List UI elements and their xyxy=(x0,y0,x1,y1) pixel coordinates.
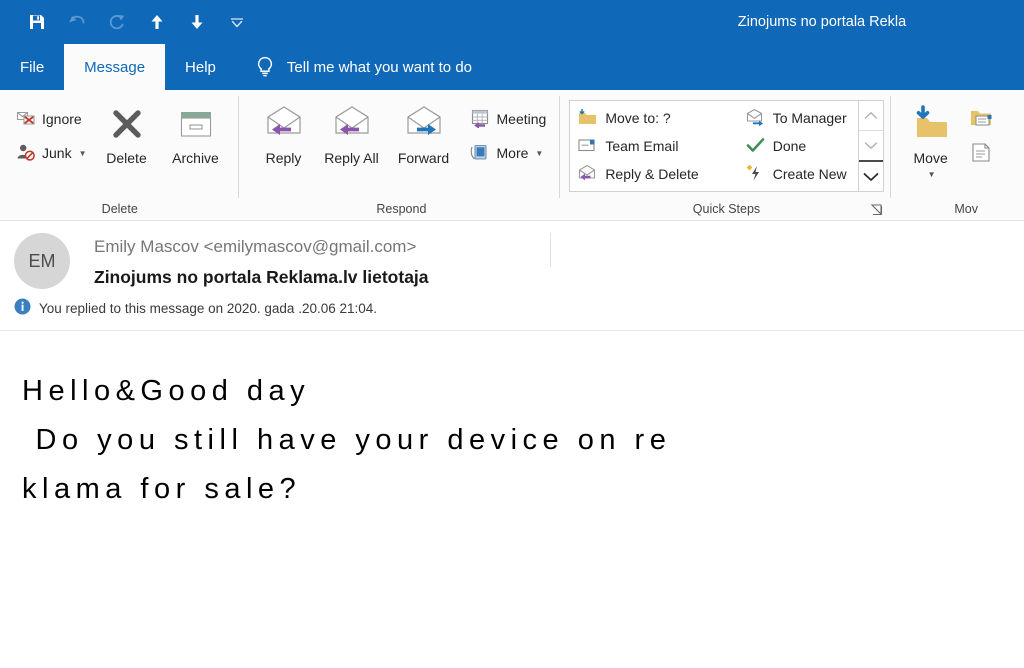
ignore-icon xyxy=(15,108,37,131)
move-folder-icon xyxy=(909,100,953,150)
quick-access-toolbar xyxy=(0,7,252,37)
delete-button[interactable]: Delete xyxy=(94,96,160,166)
quick-step-label: Create New xyxy=(772,166,847,182)
move-label: Move xyxy=(913,150,948,166)
customize-quick-access-toolbar-icon[interactable] xyxy=(222,7,252,37)
next-item-icon[interactable] xyxy=(182,7,212,37)
rules-icon xyxy=(969,107,995,132)
message-header: EM Emily Mascov <emilymascov@gmail.com> … xyxy=(0,221,1024,331)
quick-step-done[interactable]: Done xyxy=(740,132,856,160)
more-device-icon xyxy=(469,142,492,165)
avatar: EM xyxy=(14,233,70,289)
quick-step-create-new[interactable]: Create New xyxy=(740,160,856,188)
header-body-divider xyxy=(0,330,1024,331)
quick-step-reply-and-delete[interactable]: Reply & Delete xyxy=(572,160,707,188)
quick-step-team-email[interactable]: Team Email xyxy=(572,132,707,160)
body-line: Do you still have your device on re xyxy=(22,424,672,456)
junk-label: Junk xyxy=(42,145,72,161)
quick-steps-gallery: Move to: ? Team Email Reply & Delete To … xyxy=(569,100,884,192)
quick-steps-scrollbar[interactable] xyxy=(857,101,883,191)
tab-help[interactable]: Help xyxy=(165,44,236,90)
undo-icon[interactable] xyxy=(62,7,92,37)
tab-file[interactable]: File xyxy=(0,44,64,90)
delete-label: Delete xyxy=(106,150,147,166)
reply-all-button[interactable]: Reply All xyxy=(318,96,386,166)
tab-message[interactable]: Message xyxy=(64,44,166,90)
title-bar: Zinojums no portala Rekla xyxy=(0,0,1024,44)
ignore-button[interactable]: Ignore xyxy=(8,102,94,136)
junk-icon xyxy=(15,142,37,165)
body-line: Hello&Good day xyxy=(22,375,311,407)
ribbon-group-quick-steps: Move to: ? Team Email Reply & Delete To … xyxy=(559,90,889,220)
quick-step-label: Team Email xyxy=(605,138,679,154)
save-icon[interactable] xyxy=(22,7,52,37)
quick-steps-dialog-launcher-icon[interactable] xyxy=(870,203,884,217)
group-label-respond: Respond xyxy=(376,202,427,216)
archive-button[interactable]: Archive xyxy=(160,96,232,166)
tell-me-label: Tell me what you want to do xyxy=(286,58,473,76)
header-divider xyxy=(550,233,551,267)
quick-step-label: Move to: ? xyxy=(605,110,671,126)
quick-step-label: To Manager xyxy=(772,110,847,126)
scroll-down-icon[interactable] xyxy=(858,130,883,160)
group-label-quick-steps: Quick Steps xyxy=(692,202,761,216)
info-circle-icon xyxy=(14,298,31,318)
move-to-folder-icon xyxy=(577,108,598,129)
reply-button[interactable]: Reply xyxy=(250,96,318,166)
reply-status-bar: You replied to this message on 2020. gad… xyxy=(0,289,1024,318)
reply-label: Reply xyxy=(265,150,302,166)
quick-step-to-manager[interactable]: To Manager xyxy=(740,104,856,132)
forward-label: Forward xyxy=(397,150,450,166)
group-label-move: Mov xyxy=(954,202,978,216)
ribbon: Ignore Junk ▼ Delete Archive Delete Repl… xyxy=(0,90,1024,221)
previous-item-icon[interactable] xyxy=(142,7,172,37)
forward-button[interactable]: Forward xyxy=(386,96,462,166)
chevron-down-icon: ▼ xyxy=(78,148,87,158)
ribbon-group-delete: Ignore Junk ▼ Delete Archive Delete xyxy=(0,90,238,220)
move-button[interactable]: Move ▼ xyxy=(900,96,962,179)
done-check-icon xyxy=(745,136,766,157)
reply-all-label: Reply All xyxy=(324,150,379,166)
team-email-icon xyxy=(577,136,598,157)
more-label: More xyxy=(496,145,529,161)
chevron-down-icon: ▼ xyxy=(927,170,936,180)
onenote-actions-button[interactable] xyxy=(962,136,1007,170)
ignore-label: Ignore xyxy=(42,111,82,127)
reply-all-envelope-icon xyxy=(329,100,375,150)
quick-step-move-to[interactable]: Move to: ? xyxy=(572,104,707,132)
rules-button[interactable] xyxy=(962,102,1007,136)
archive-label: Archive xyxy=(172,150,219,166)
more-button[interactable]: More ▼ xyxy=(462,136,554,170)
scroll-up-icon[interactable] xyxy=(859,101,883,130)
message-body[interactable]: Hello&Good day Do you still have your de… xyxy=(0,331,1024,667)
to-manager-icon xyxy=(745,108,766,129)
redo-icon[interactable] xyxy=(102,7,132,37)
reply-status-text: You replied to this message on 2020. gad… xyxy=(39,300,378,316)
group-label-delete: Delete xyxy=(101,202,138,216)
quick-step-label: Done xyxy=(772,138,807,154)
junk-button[interactable]: Junk ▼ xyxy=(8,136,94,170)
delete-x-icon xyxy=(105,100,149,150)
body-line: klama for sale? xyxy=(22,473,302,505)
create-new-icon xyxy=(745,164,766,185)
ribbon-group-move: Move ▼ Mov xyxy=(889,90,1013,220)
ribbon-group-respond: Reply Reply All Forward Meeting More ▼ R… xyxy=(237,90,560,220)
archive-box-icon xyxy=(174,100,218,150)
more-gallery-icon[interactable] xyxy=(858,160,883,191)
reply-and-delete-icon xyxy=(577,164,598,185)
lightbulb-icon xyxy=(254,55,276,79)
quick-step-label: Reply & Delete xyxy=(605,166,699,182)
meeting-label: Meeting xyxy=(496,111,547,127)
ribbon-tab-strip: File Message Help Tell me what you want … xyxy=(0,44,1024,90)
chevron-down-icon: ▼ xyxy=(535,148,544,158)
tell-me-search[interactable]: Tell me what you want to do xyxy=(236,44,472,90)
sender-address[interactable]: Emily Mascov <emilymascov@gmail.com> xyxy=(94,233,1010,257)
onenote-actions-icon xyxy=(969,141,995,166)
meeting-button[interactable]: Meeting xyxy=(462,102,554,136)
meeting-calendar-icon xyxy=(469,108,492,131)
message-subject: Zinojums no portala Reklama.lv lietotaja xyxy=(94,267,429,287)
reply-envelope-icon xyxy=(261,100,307,150)
forward-envelope-icon xyxy=(401,100,447,150)
